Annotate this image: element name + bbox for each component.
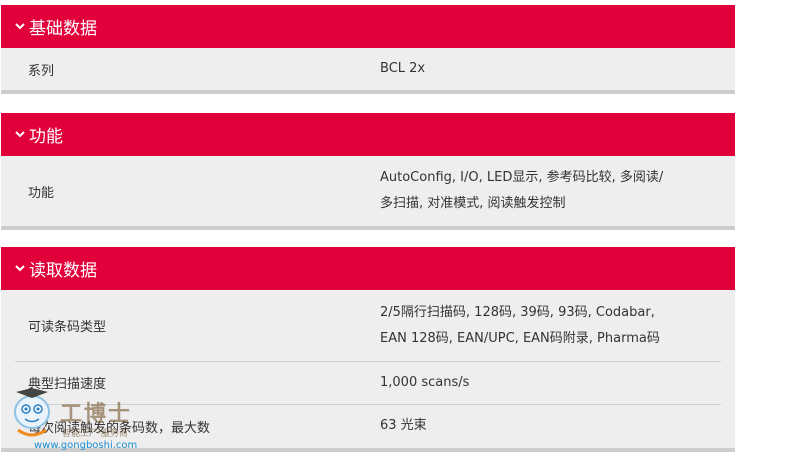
- spec-value: BCL 2x: [380, 48, 735, 90]
- spec-value-line: 63 光束: [380, 418, 427, 433]
- spec-value-line: 2/5隔行扫描码, 128码, 39码, 93码, Codabar,: [380, 304, 655, 320]
- section-title: 功能: [29, 127, 63, 147]
- spec-value-line: 1,000 scans/s: [380, 374, 470, 390]
- section-header-basic-data[interactable]: 基础数据: [1, 5, 735, 48]
- chevron-down-icon: [13, 22, 27, 32]
- spec-value-line: BCL 2x: [380, 61, 426, 76]
- spec-value: 1,000 scans/s: [380, 361, 735, 404]
- section-body: 功能 AutoConfig, I/O, LED显示, 参考码比较, 多阅读/ 多…: [1, 156, 735, 230]
- spec-value-line: EAN 128码, EAN/UPC, EAN码附录, Pharma码: [380, 330, 660, 346]
- spec-label: 功能: [28, 185, 55, 201]
- spec-value: 2/5隔行扫描码, 128码, 39码, 93码, Codabar, EAN 1…: [380, 290, 735, 361]
- spec-label: 系列: [28, 63, 55, 79]
- watermark-subtitle: 智能工厂·服务商: [62, 429, 128, 439]
- section-function: 功能 功能 AutoConfig, I/O, LED显示, 参考码比较, 多阅读…: [1, 113, 735, 230]
- chevron-down-icon: [13, 130, 27, 140]
- spec-label: 可读条码类型: [28, 320, 107, 335]
- section-header-read-data[interactable]: 读取数据: [1, 247, 735, 290]
- section-body: 系列 BCL 2x: [1, 48, 735, 94]
- robot-mascot-icon: [14, 388, 50, 437]
- spec-value: AutoConfig, I/O, LED显示, 参考码比较, 多阅读/ 多扫描,…: [380, 156, 735, 226]
- section-title: 读取数据: [29, 261, 97, 281]
- spec-value-line: 多扫描, 对准模式, 阅读触发控制: [380, 196, 566, 211]
- section-title: 基础数据: [29, 19, 97, 39]
- chevron-down-icon: [13, 264, 27, 274]
- watermark-logo: 工博士 智能工厂·服务商 www.gongboshi.com: [10, 386, 140, 456]
- spec-value: 63 光束: [380, 404, 735, 448]
- spec-row-function: 功能 AutoConfig, I/O, LED显示, 参考码比较, 多阅读/ 多…: [1, 156, 735, 226]
- section-header-function[interactable]: 功能: [1, 113, 735, 156]
- section-basic-data: 基础数据 系列 BCL 2x: [1, 5, 735, 94]
- spec-row-readable-codes: 可读条码类型 2/5隔行扫描码, 128码, 39码, 93码, Codabar…: [1, 290, 735, 361]
- watermark-title: 工博士: [60, 401, 133, 427]
- watermark-site: www.gongboshi.com: [34, 440, 138, 451]
- spec-row-series: 系列 BCL 2x: [1, 48, 735, 90]
- spec-value-line: AutoConfig, I/O, LED显示, 参考码比较, 多阅读/: [380, 170, 664, 185]
